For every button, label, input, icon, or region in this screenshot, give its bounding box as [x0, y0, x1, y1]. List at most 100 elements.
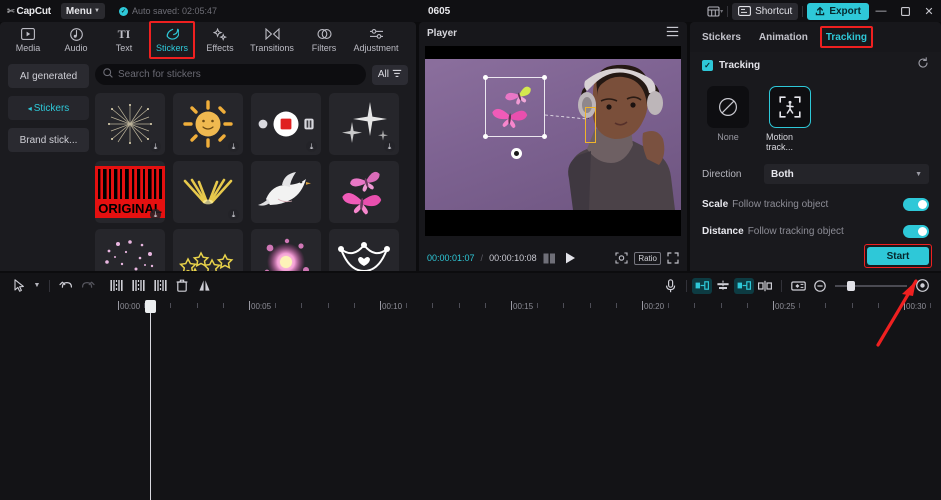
sidebar-item-brand-stickers[interactable]: Brand stick... — [8, 128, 89, 152]
sticker-selection-box[interactable] — [483, 75, 547, 139]
menu-button[interactable]: Menu ▼ — [60, 3, 105, 19]
tab-stickers-right[interactable]: Stickers — [702, 32, 741, 43]
zoom-slider-knob[interactable] — [847, 280, 855, 291]
distance-toggle[interactable] — [903, 225, 929, 238]
resize-handle-top-left[interactable] — [483, 75, 488, 80]
timeline-ruler[interactable]: 00:00 00:05 00:10 00:15 00:20 00:25 00:3… — [0, 298, 941, 318]
zoom-fit-icon[interactable] — [615, 252, 628, 264]
trim-left-icon[interactable] — [127, 275, 149, 297]
start-button[interactable]: Start — [864, 244, 932, 268]
maximize-button[interactable] — [893, 0, 917, 22]
play-icon[interactable] — [565, 252, 576, 264]
undo-icon[interactable] — [55, 275, 77, 297]
trim-right-icon[interactable] — [149, 275, 171, 297]
filter-all-button[interactable]: All — [371, 64, 408, 85]
export-button[interactable]: Export — [807, 2, 869, 20]
ratio-button[interactable]: Ratio — [634, 251, 661, 265]
ruler-tick — [799, 303, 801, 308]
tab-transitions[interactable]: Transitions — [244, 23, 300, 57]
select-tool-icon[interactable] — [8, 275, 30, 297]
download-icon[interactable]: ⤓ — [384, 141, 395, 152]
sticker-yellow-stars[interactable] — [173, 229, 243, 271]
autosave-text: Auto saved: 02:05:47 — [131, 6, 218, 16]
transitions-icon — [264, 27, 280, 41]
tab-filters[interactable]: Filters — [300, 23, 348, 57]
minimize-button[interactable]: — — [869, 0, 893, 22]
export-label: Export — [829, 5, 861, 17]
pink-glow-burst-sticker — [264, 238, 309, 271]
sidebar-item-ai-generated[interactable]: AI generated — [8, 64, 89, 88]
player-stage[interactable] — [425, 46, 681, 236]
keyframe-icon[interactable] — [787, 275, 809, 297]
tracking-mode-none[interactable]: None — [704, 86, 752, 152]
playhead-handle[interactable] — [145, 300, 156, 313]
resize-handle-top-right[interactable] — [542, 75, 547, 80]
timeline-toolbar: ▼ — [0, 273, 941, 298]
timeline-zoom-slider[interactable] — [835, 280, 907, 291]
tab-adjustment[interactable]: Adjustment — [348, 23, 404, 57]
tab-stickers[interactable]: Stickers — [148, 21, 196, 59]
tool-dropdown-icon[interactable]: ▼ — [30, 275, 44, 297]
resize-handle-bottom-left[interactable] — [483, 134, 488, 139]
search-placeholder: Search for stickers — [118, 69, 201, 80]
stickers-icon — [166, 27, 179, 41]
split-icon[interactable] — [105, 275, 127, 297]
sidebar-item-stickers[interactable]: ◂ Stickers — [8, 96, 89, 120]
search-input[interactable]: Search for stickers — [95, 64, 366, 85]
distance-sublabel: Follow tracking object — [747, 226, 844, 237]
text-icon: TI — [117, 26, 131, 41]
scale-toggle[interactable] — [903, 198, 929, 211]
playhead[interactable] — [145, 300, 156, 500]
sticker-white-dove[interactable] — [251, 161, 321, 223]
zoom-in-icon[interactable] — [911, 275, 933, 297]
current-time: 00:00:01:07 — [427, 253, 475, 263]
layout-chevron-icon[interactable]: ▾ — [720, 8, 723, 15]
download-icon[interactable]: ⤓ — [306, 141, 317, 152]
microphone-icon[interactable] — [659, 275, 681, 297]
fullscreen-icon[interactable] — [667, 252, 679, 264]
ruler-tick — [222, 303, 224, 308]
sticker-fireworks[interactable]: ⤓ — [95, 93, 165, 155]
delete-icon[interactable] — [171, 275, 193, 297]
shortcut-button[interactable]: Shortcut — [732, 2, 799, 20]
sticker-sun-doodle[interactable]: ⤓ — [173, 93, 243, 155]
snap-right-icon[interactable] — [734, 277, 754, 294]
sticker-original-barcode[interactable]: ORIGINAL ⤓ — [95, 161, 165, 223]
ruler-tick — [353, 303, 355, 308]
sticker-pink-butterflies[interactable] — [329, 161, 399, 223]
sun-doodle-sticker — [183, 100, 233, 148]
zoom-slider-track[interactable] — [835, 280, 907, 291]
sticker-record-button[interactable]: ⤓ — [251, 93, 321, 155]
tab-audio[interactable]: Audio — [52, 23, 100, 57]
align-icon[interactable] — [712, 275, 734, 297]
tracking-mode-motion-track[interactable]: Motion track... — [766, 86, 814, 152]
hamburger-menu-icon[interactable] — [666, 24, 679, 42]
capcut-window: ✄ CapCut Menu ▼ ✓ Auto saved: 02:05:47 0… — [0, 0, 941, 500]
reset-icon[interactable] — [917, 56, 929, 74]
resize-handle-bottom-right[interactable] — [542, 134, 547, 139]
sticker-pink-glow-burst[interactable] — [251, 229, 321, 271]
snap-left-icon[interactable] — [692, 277, 712, 294]
mirror-icon[interactable] — [193, 275, 215, 297]
download-icon[interactable]: ⤓ — [228, 141, 239, 152]
download-icon[interactable]: ⤓ — [228, 209, 239, 220]
tab-animation[interactable]: Animation — [759, 32, 808, 43]
tab-effects[interactable]: Effects — [196, 23, 244, 57]
frames-icon[interactable] — [543, 253, 556, 264]
split-marker-icon[interactable] — [754, 275, 776, 297]
download-icon[interactable]: ⤓ — [150, 141, 161, 152]
download-icon[interactable]: ⤓ — [150, 209, 161, 220]
direction-select[interactable]: Both ▼ — [764, 164, 929, 184]
close-button[interactable]: ✕ — [917, 0, 941, 22]
redo-icon[interactable] — [77, 275, 99, 297]
sticker-sparkle-stars[interactable]: ⤓ — [329, 93, 399, 155]
sticker-gold-wings[interactable]: ⤓ — [173, 161, 243, 223]
tracking-checkbox[interactable]: ✓ — [702, 59, 713, 71]
tab-media[interactable]: Media — [4, 23, 52, 57]
sticker-pink-dots-circle[interactable] — [95, 229, 165, 271]
sticker-white-crown[interactable] — [329, 229, 399, 271]
zoom-out-icon[interactable] — [809, 275, 831, 297]
rotate-handle[interactable] — [511, 148, 522, 159]
tab-text[interactable]: TI Text — [100, 23, 148, 57]
tab-tracking[interactable]: Tracking — [819, 25, 874, 48]
